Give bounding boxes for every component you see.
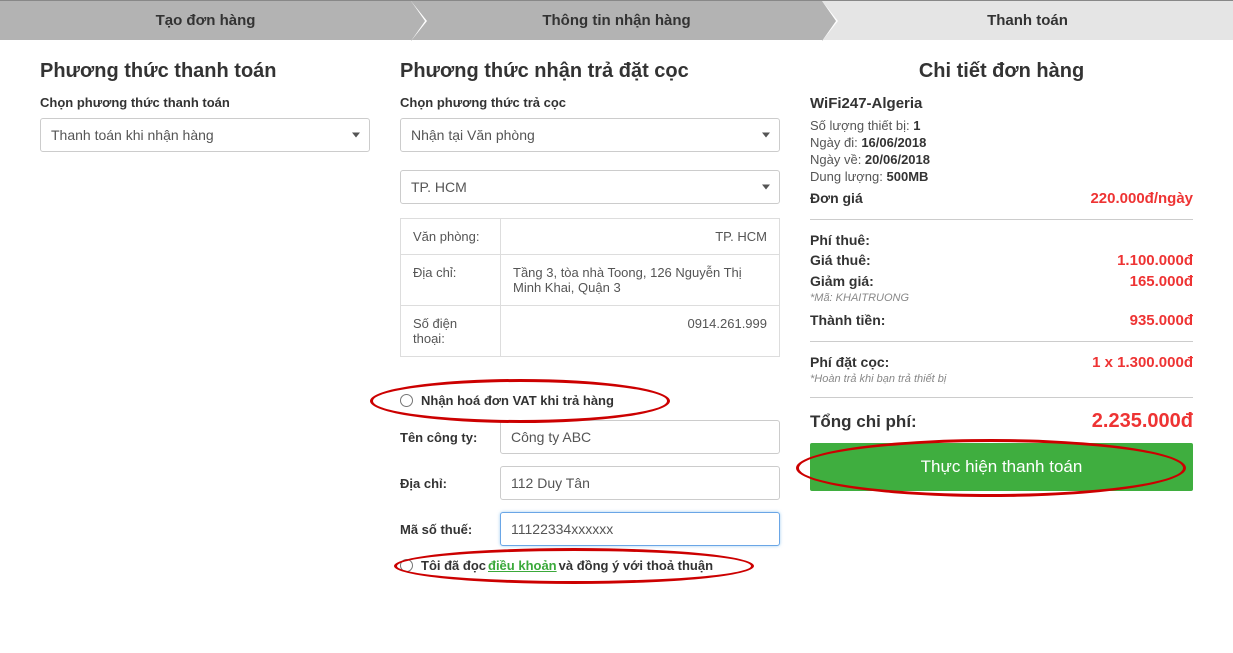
company-label: Tên công ty: [400, 430, 500, 445]
rent-value: 1.100.000đ [1117, 252, 1193, 269]
step-create-order[interactable]: Tạo đơn hàng [0, 1, 411, 40]
checkout-steps: Tạo đơn hàng Thông tin nhận hàng Thanh t… [0, 0, 1233, 40]
address-label: Địa chỉ: [401, 255, 501, 306]
terms-suffix: và đồng ý với thoả thuận [559, 558, 713, 573]
step-payment[interactable]: Thanh toán [822, 1, 1233, 40]
rental-fee-title: Phí thuê: [810, 232, 1193, 248]
vat-invoice-radio[interactable] [400, 394, 413, 407]
order-details-title: Chi tiết đơn hàng [810, 60, 1193, 83]
subtotal-value: 935.000đ [1130, 312, 1193, 329]
vat-address-input[interactable] [500, 466, 780, 500]
payment-method-select[interactable]: Thanh toán khi nhận hàng [40, 118, 370, 152]
order-data: Dung lượng: 500MB [810, 169, 1193, 184]
rent-label: Giá thuê: [810, 252, 871, 268]
office-value: TP. HCM [501, 219, 780, 255]
step-shipping-info[interactable]: Thông tin nhận hàng [411, 1, 822, 40]
unitprice-value: 220.000đ/ngày [1090, 190, 1193, 207]
deposit-method-select[interactable]: Nhận tại Văn phòng [400, 118, 780, 152]
deposit-fee-hint: *Hoàn trả khi bạn trả thiết bị [810, 373, 1193, 385]
deposit-fee-value: 1 x 1.300.000đ [1092, 354, 1193, 371]
deposit-method-sublabel: Chọn phương thức trả cọc [400, 95, 780, 110]
discount-value: 165.000đ [1130, 273, 1193, 290]
order-depart: Ngày đi: 16/06/2018 [810, 135, 1193, 150]
terms-prefix: Tôi đã đọc [421, 558, 486, 573]
chevron-down-icon [352, 133, 360, 138]
payment-method-sublabel: Chọn phương thức thanh toán [40, 95, 370, 110]
order-product-name: WiFi247-Algeria [810, 95, 1193, 112]
chevron-down-icon [762, 133, 770, 138]
payment-method-title: Phương thức thanh toán [40, 60, 370, 83]
checkout-button[interactable]: Thực hiện thanh toán [810, 443, 1193, 491]
deposit-method-title: Phương thức nhận trả đặt cọc [400, 60, 780, 83]
order-return: Ngày về: 20/06/2018 [810, 152, 1193, 167]
phone-label: Số điện thoại: [401, 306, 501, 357]
deposit-city-select[interactable]: TP. HCM [400, 170, 780, 204]
vat-invoice-label: Nhận hoá đơn VAT khi trả hàng [421, 393, 614, 408]
unitprice-label: Đơn giá [810, 190, 863, 206]
terms-link[interactable]: điều khoản [486, 558, 559, 573]
subtotal-label: Thành tiền: [810, 312, 885, 328]
total-value: 2.235.000đ [1092, 410, 1193, 433]
company-input[interactable] [500, 420, 780, 454]
office-info-table: Văn phòng: TP. HCM Địa chỉ: Tầng 3, tòa … [400, 218, 780, 357]
order-qty: Số lượng thiết bị: 1 [810, 118, 1193, 133]
total-label: Tổng chi phí: [810, 412, 917, 432]
chevron-down-icon [762, 185, 770, 190]
deposit-fee-label: Phí đặt cọc: [810, 354, 889, 370]
office-label: Văn phòng: [401, 219, 501, 255]
tax-code-input[interactable] [500, 512, 780, 546]
discount-label: Giảm giá: [810, 273, 874, 289]
vat-address-label: Địa chỉ: [400, 476, 500, 491]
phone-value: 0914.261.999 [501, 306, 780, 357]
tax-code-label: Mã số thuế: [400, 522, 500, 537]
terms-agree-radio[interactable] [400, 559, 413, 572]
address-value: Tầng 3, tòa nhà Toong, 126 Nguyễn Thị Mi… [501, 255, 780, 306]
coupon-hint: *Mã: KHAITRUONG [810, 292, 1193, 304]
